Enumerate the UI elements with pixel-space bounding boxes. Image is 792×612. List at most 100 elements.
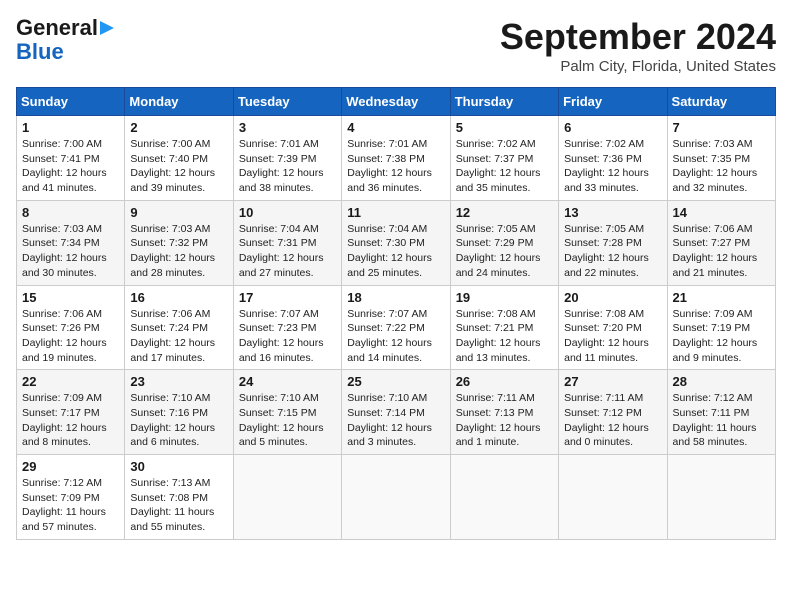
calendar-day-15: 15 Sunrise: 7:06 AMSunset: 7:26 PMDayligh… [17, 285, 125, 370]
logo-text-blue: Blue [16, 39, 64, 64]
day-info: Sunrise: 7:03 AMSunset: 7:34 PMDaylight:… [22, 222, 119, 281]
calendar-day-27: 27Sunrise: 7:11 AMSunset: 7:12 PMDayligh… [559, 370, 667, 455]
column-header-sunday: Sunday [17, 88, 125, 116]
day-number: 3 [239, 120, 336, 135]
day-number: 17 [239, 290, 336, 305]
day-number: 14 [673, 205, 770, 220]
day-number: 16 [130, 290, 227, 305]
day-number: 11 [347, 205, 444, 220]
empty-cell [233, 455, 341, 540]
day-info: Sunrise: 7:11 AMSunset: 7:13 PMDaylight:… [456, 391, 553, 450]
day-number: 18 [347, 290, 444, 305]
calendar-day-1: 1 Sunrise: 7:00 AMSunset: 7:41 PMDaylight… [17, 116, 125, 201]
day-info: Sunrise: 7:09 AMSunset: 7:17 PMDaylight:… [22, 391, 119, 450]
day-number: 13 [564, 205, 661, 220]
column-header-saturday: Saturday [667, 88, 775, 116]
empty-cell [559, 455, 667, 540]
day-number: 8 [22, 205, 119, 220]
day-number: 2 [130, 120, 227, 135]
day-number: 24 [239, 374, 336, 389]
day-number: 10 [239, 205, 336, 220]
day-info: Sunrise: 7:11 AMSunset: 7:12 PMDaylight:… [564, 391, 661, 450]
day-number: 25 [347, 374, 444, 389]
day-number: 26 [456, 374, 553, 389]
day-info: Sunrise: 7:08 AMSunset: 7:21 PMDaylight:… [456, 307, 553, 366]
day-number: 5 [456, 120, 553, 135]
day-info: Sunrise: 7:02 AMSunset: 7:36 PMDaylight:… [564, 137, 661, 196]
day-info: Sunrise: 7:01 AMSunset: 7:38 PMDaylight:… [347, 137, 444, 196]
empty-cell [342, 455, 450, 540]
day-number: 6 [564, 120, 661, 135]
calendar-day-14: 14 Sunrise: 7:06 AMSunset: 7:27 PMDayligh… [667, 200, 775, 285]
column-header-tuesday: Tuesday [233, 88, 341, 116]
calendar-week-3: 15 Sunrise: 7:06 AMSunset: 7:26 PMDayligh… [17, 285, 776, 370]
calendar-day-6: 6 Sunrise: 7:02 AMSunset: 7:36 PMDaylight… [559, 116, 667, 201]
day-number: 21 [673, 290, 770, 305]
calendar-day-30: 30Sunrise: 7:13 AMSunset: 7:08 PMDayligh… [125, 455, 233, 540]
calendar-day-22: 22 Sunrise: 7:09 AMSunset: 7:17 PMDayligh… [17, 370, 125, 455]
calendar-day-3: 3 Sunrise: 7:01 AMSunset: 7:39 PMDaylight… [233, 116, 341, 201]
title-block: September 2024 Palm City, Florida, Unite… [500, 16, 776, 75]
day-number: 23 [130, 374, 227, 389]
day-number: 4 [347, 120, 444, 135]
day-number: 7 [673, 120, 770, 135]
calendar-day-9: 9 Sunrise: 7:03 AMSunset: 7:32 PMDaylight… [125, 200, 233, 285]
location: Palm City, Florida, United States [500, 58, 776, 75]
calendar-day-12: 12Sunrise: 7:05 AMSunset: 7:29 PMDayligh… [450, 200, 558, 285]
logo: General Blue [16, 16, 116, 64]
calendar-day-11: 11 Sunrise: 7:04 AMSunset: 7:30 PMDayligh… [342, 200, 450, 285]
logo-arrow-icon [98, 19, 116, 37]
calendar-day-4: 4 Sunrise: 7:01 AMSunset: 7:38 PMDaylight… [342, 116, 450, 201]
day-info: Sunrise: 7:00 AMSunset: 7:41 PMDaylight:… [22, 137, 119, 196]
day-number: 15 [22, 290, 119, 305]
calendar-day-10: 10 Sunrise: 7:04 AMSunset: 7:31 PMDayligh… [233, 200, 341, 285]
logo-text-general: General [16, 16, 98, 40]
calendar-day-5: 5 Sunrise: 7:02 AMSunset: 7:37 PMDaylight… [450, 116, 558, 201]
calendar-day-20: 20Sunrise: 7:08 AMSunset: 7:20 PMDayligh… [559, 285, 667, 370]
calendar-day-2: 2Sunrise: 7:00 AMSunset: 7:40 PMDaylight… [125, 116, 233, 201]
day-info: Sunrise: 7:04 AMSunset: 7:30 PMDaylight:… [347, 222, 444, 281]
day-info: Sunrise: 7:06 AMSunset: 7:24 PMDaylight:… [130, 307, 227, 366]
month-title: September 2024 [500, 16, 776, 58]
day-number: 9 [130, 205, 227, 220]
day-info: Sunrise: 7:12 AMSunset: 7:11 PMDaylight:… [673, 391, 770, 450]
day-info: Sunrise: 7:01 AMSunset: 7:39 PMDaylight:… [239, 137, 336, 196]
day-info: Sunrise: 7:09 AMSunset: 7:19 PMDaylight:… [673, 307, 770, 366]
calendar-week-5: 29 Sunrise: 7:12 AMSunset: 7:09 PMDayligh… [17, 455, 776, 540]
calendar-day-29: 29 Sunrise: 7:12 AMSunset: 7:09 PMDayligh… [17, 455, 125, 540]
page-header: General Blue September 2024 Palm City, F… [16, 16, 776, 75]
calendar-day-16: 16 Sunrise: 7:06 AMSunset: 7:24 PMDayligh… [125, 285, 233, 370]
day-number: 22 [22, 374, 119, 389]
calendar-table: SundayMondayTuesdayWednesdayThursdayFrid… [16, 87, 776, 540]
day-info: Sunrise: 7:07 AMSunset: 7:22 PMDaylight:… [347, 307, 444, 366]
calendar-week-2: 8 Sunrise: 7:03 AMSunset: 7:34 PMDaylight… [17, 200, 776, 285]
day-number: 1 [22, 120, 119, 135]
calendar-day-24: 24 Sunrise: 7:10 AMSunset: 7:15 PMDayligh… [233, 370, 341, 455]
calendar-day-28: 28Sunrise: 7:12 AMSunset: 7:11 PMDayligh… [667, 370, 775, 455]
day-info: Sunrise: 7:06 AMSunset: 7:27 PMDaylight:… [673, 222, 770, 281]
day-number: 29 [22, 459, 119, 474]
calendar-day-7: 7Sunrise: 7:03 AMSunset: 7:35 PMDaylight… [667, 116, 775, 201]
column-header-wednesday: Wednesday [342, 88, 450, 116]
calendar-day-19: 19 Sunrise: 7:08 AMSunset: 7:21 PMDayligh… [450, 285, 558, 370]
day-info: Sunrise: 7:13 AMSunset: 7:08 PMDaylight:… [130, 476, 227, 535]
column-header-friday: Friday [559, 88, 667, 116]
day-info: Sunrise: 7:03 AMSunset: 7:32 PMDaylight:… [130, 222, 227, 281]
day-info: Sunrise: 7:02 AMSunset: 7:37 PMDaylight:… [456, 137, 553, 196]
calendar-day-18: 18 Sunrise: 7:07 AMSunset: 7:22 PMDayligh… [342, 285, 450, 370]
calendar-day-13: 13 Sunrise: 7:05 AMSunset: 7:28 PMDayligh… [559, 200, 667, 285]
calendar-day-8: 8 Sunrise: 7:03 AMSunset: 7:34 PMDaylight… [17, 200, 125, 285]
day-info: Sunrise: 7:10 AMSunset: 7:14 PMDaylight:… [347, 391, 444, 450]
day-info: Sunrise: 7:10 AMSunset: 7:15 PMDaylight:… [239, 391, 336, 450]
day-info: Sunrise: 7:05 AMSunset: 7:28 PMDaylight:… [564, 222, 661, 281]
column-header-monday: Monday [125, 88, 233, 116]
day-info: Sunrise: 7:12 AMSunset: 7:09 PMDaylight:… [22, 476, 119, 535]
day-info: Sunrise: 7:06 AMSunset: 7:26 PMDaylight:… [22, 307, 119, 366]
day-info: Sunrise: 7:04 AMSunset: 7:31 PMDaylight:… [239, 222, 336, 281]
day-info: Sunrise: 7:07 AMSunset: 7:23 PMDaylight:… [239, 307, 336, 366]
calendar-week-4: 22 Sunrise: 7:09 AMSunset: 7:17 PMDayligh… [17, 370, 776, 455]
calendar-day-21: 21 Sunrise: 7:09 AMSunset: 7:19 PMDayligh… [667, 285, 775, 370]
day-number: 19 [456, 290, 553, 305]
day-info: Sunrise: 7:05 AMSunset: 7:29 PMDaylight:… [456, 222, 553, 281]
calendar-week-1: 1 Sunrise: 7:00 AMSunset: 7:41 PMDaylight… [17, 116, 776, 201]
